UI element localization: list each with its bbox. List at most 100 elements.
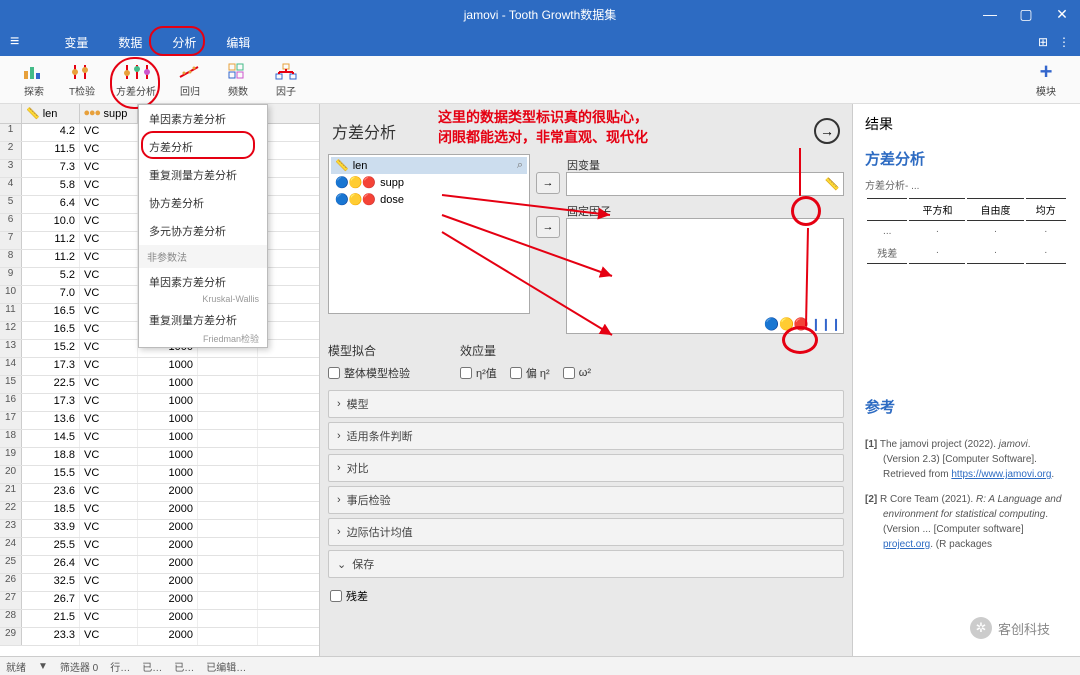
dependent-variable-target[interactable]: 因变量 📏 xyxy=(566,172,844,196)
toolbar-factor[interactable]: 因子 xyxy=(272,61,300,98)
hamburger-icon[interactable]: ≡ xyxy=(10,33,19,51)
anova-icon xyxy=(122,61,150,83)
status-ready: 就绪 xyxy=(6,659,26,674)
table-row[interactable]: 1417.3VC1000 xyxy=(0,358,319,376)
accordion-3[interactable]: ›事后检验 xyxy=(328,486,844,514)
settings-icon[interactable]: ⊞ xyxy=(1038,35,1048,49)
residuals-checkbox[interactable]: 残差 xyxy=(328,582,844,610)
results-pane: 结果 方差分析 方差分析- ... 平方和自由度均方 ...··· 残差··· … xyxy=(852,104,1080,656)
partial-eta2-checkbox[interactable]: 偏 η² xyxy=(510,365,550,381)
reference-item: [2] R Core Team (2021). R: A Language an… xyxy=(865,492,1068,552)
eta2-checkbox[interactable]: η²值 xyxy=(460,365,497,381)
status-deleted: 已… xyxy=(174,659,194,674)
move-to-dependent-button[interactable]: → xyxy=(536,172,560,194)
accordion-0[interactable]: ›模型 xyxy=(328,390,844,418)
status-edited: 已编辑… xyxy=(206,659,246,674)
tree-icon xyxy=(272,61,300,83)
run-arrow-button[interactable]: → xyxy=(814,118,840,144)
continuous-icon: 📏 xyxy=(26,107,40,120)
maximize-button[interactable]: ▢ xyxy=(1008,0,1044,28)
accordion-4[interactable]: ›边际估计均值 xyxy=(328,518,844,546)
analyses-toolbar: 探索 T检验 方差分析 回归 频数 因子 +模块 xyxy=(0,56,1080,104)
table-row[interactable]: 1522.5VC1000 xyxy=(0,376,319,394)
var-len[interactable]: 📏len⌕ xyxy=(331,157,527,174)
dependent-label: 因变量 xyxy=(567,157,600,173)
ordinal-icon: ❙❙❙ xyxy=(811,317,841,331)
table-row[interactable]: 1918.8VC1000 xyxy=(0,448,319,466)
table-row[interactable]: 1617.3VC1000 xyxy=(0,394,319,412)
analysis-options-pane: 方差分析 → 📏len⌕ 🔵🟡🔴supp 🔵🟡🔴dose → → 因变量 📏 xyxy=(320,104,852,656)
accordion-5[interactable]: ⌄保存 xyxy=(328,550,844,578)
menu-friedman[interactable]: 重复测量方差分析 xyxy=(139,306,267,334)
table-row[interactable]: 2015.5VC1000 xyxy=(0,466,319,484)
kebab-icon[interactable]: ⋮ xyxy=(1058,35,1070,49)
accordion-1[interactable]: ›适用条件判断 xyxy=(328,422,844,450)
barchart-icon xyxy=(20,61,48,83)
anova-results-table: 平方和自由度均方 ...··· 残差··· xyxy=(865,196,1068,266)
annotation-text: 这里的数据类型标识真的很贴心，闭眼都能选对，非常直观、现代化 xyxy=(438,108,648,147)
table-row[interactable]: 2123.6VC2000 xyxy=(0,484,319,502)
menu-analyses[interactable]: 分析 xyxy=(157,30,211,55)
fixed-factors-target[interactable]: 固定因子 🔵🟡🔴❙❙❙ xyxy=(566,218,844,334)
overall-test-checkbox[interactable]: 整体模型检验 xyxy=(328,365,410,381)
status-filter: 筛选器 0 xyxy=(60,659,98,674)
nominal-icon: 🔵🟡🔴 xyxy=(335,193,376,206)
table-caption: 方差分析- ... xyxy=(865,177,1068,192)
annotation-circle-1 xyxy=(791,196,821,226)
var-dose[interactable]: 🔵🟡🔴dose xyxy=(331,191,527,208)
col-header-len[interactable]: 📏len xyxy=(22,104,80,123)
window-title: jamovi - Tooth Growth数据集 xyxy=(464,6,617,23)
menu-bar: ≡ 变量 数据 分析 编辑 ⊞ ⋮ xyxy=(0,28,1080,56)
scatter-icon xyxy=(176,61,204,83)
variable-source-list[interactable]: 📏len⌕ 🔵🟡🔴supp 🔵🟡🔴dose xyxy=(328,154,530,314)
omega2-checkbox[interactable]: ω² xyxy=(563,367,591,379)
toolbar-modules[interactable]: +模块 xyxy=(1032,61,1060,98)
reference-item: [1] The jamovi project (2022). jamovi. (… xyxy=(865,437,1068,482)
table-row[interactable]: 2726.7VC2000 xyxy=(0,592,319,610)
move-to-fixed-button[interactable]: → xyxy=(536,216,560,238)
filter-icon[interactable]: ▼ xyxy=(38,661,48,672)
menu-section-np: 非参数法 xyxy=(139,245,267,268)
menu-mancova[interactable]: 多元协方差分析 xyxy=(139,217,267,245)
toolbar-ttest[interactable]: T检验 xyxy=(68,61,96,98)
table-row[interactable]: 1713.6VC1000 xyxy=(0,412,319,430)
menu-oneway-anova[interactable]: 单因素方差分析 xyxy=(139,105,267,133)
nominal-icon: 🔵🟡🔴 xyxy=(335,176,376,189)
status-added: 已… xyxy=(142,659,162,674)
table-row[interactable]: 1814.5VC1000 xyxy=(0,430,319,448)
results-section: 方差分析 xyxy=(865,148,1068,169)
menu-anova[interactable]: 方差分析 xyxy=(139,133,267,161)
menu-kruskal[interactable]: 单因素方差分析 xyxy=(139,268,267,296)
table-row[interactable]: 2923.3VC2000 xyxy=(0,628,319,646)
annotation-circle-2 xyxy=(782,326,818,354)
plus-icon: + xyxy=(1032,61,1060,83)
references-title: 参考 xyxy=(865,396,1068,417)
table-row[interactable]: 2526.4VC2000 xyxy=(0,556,319,574)
table-row[interactable]: 2218.5VC2000 xyxy=(0,502,319,520)
menu-variables[interactable]: 变量 xyxy=(49,30,103,55)
close-button[interactable]: ✕ xyxy=(1044,0,1080,28)
toolbar-explore[interactable]: 探索 xyxy=(20,61,48,98)
toolbar-regression[interactable]: 回归 xyxy=(176,61,204,98)
search-icon[interactable]: ⌕ xyxy=(517,159,523,172)
table-row[interactable]: 2632.5VC2000 xyxy=(0,574,319,592)
minimize-button[interactable]: — xyxy=(972,0,1008,28)
toolbar-frequencies[interactable]: 频数 xyxy=(224,61,252,98)
effect-size-group: 效应量 η²值 偏 η² ω² xyxy=(460,342,601,382)
status-bar: 就绪 ▼ 筛选器 0 行… 已… 已… 已编辑… xyxy=(0,656,1080,675)
accordion-2[interactable]: ›对比 xyxy=(328,454,844,482)
table-row[interactable]: 2821.5VC2000 xyxy=(0,610,319,628)
grid-icon xyxy=(224,61,252,83)
ttest-icon xyxy=(68,61,96,83)
toolbar-anova[interactable]: 方差分析 xyxy=(116,61,156,98)
menu-ancova[interactable]: 协方差分析 xyxy=(139,189,267,217)
nominal-icon: ⦁⦁⦁ xyxy=(84,107,101,120)
wechat-icon: ✲ xyxy=(970,617,992,639)
var-supp[interactable]: 🔵🟡🔴supp xyxy=(331,174,527,191)
table-row[interactable]: 2425.5VC2000 xyxy=(0,538,319,556)
model-fit-group: 模型拟合 整体模型检验 xyxy=(328,342,420,382)
table-row[interactable]: 2333.9VC2000 xyxy=(0,520,319,538)
status-rows: 行… xyxy=(110,659,130,674)
menu-rm-anova[interactable]: 重复测量方差分析 xyxy=(139,161,267,189)
menu-edit[interactable]: 编辑 xyxy=(211,30,265,55)
